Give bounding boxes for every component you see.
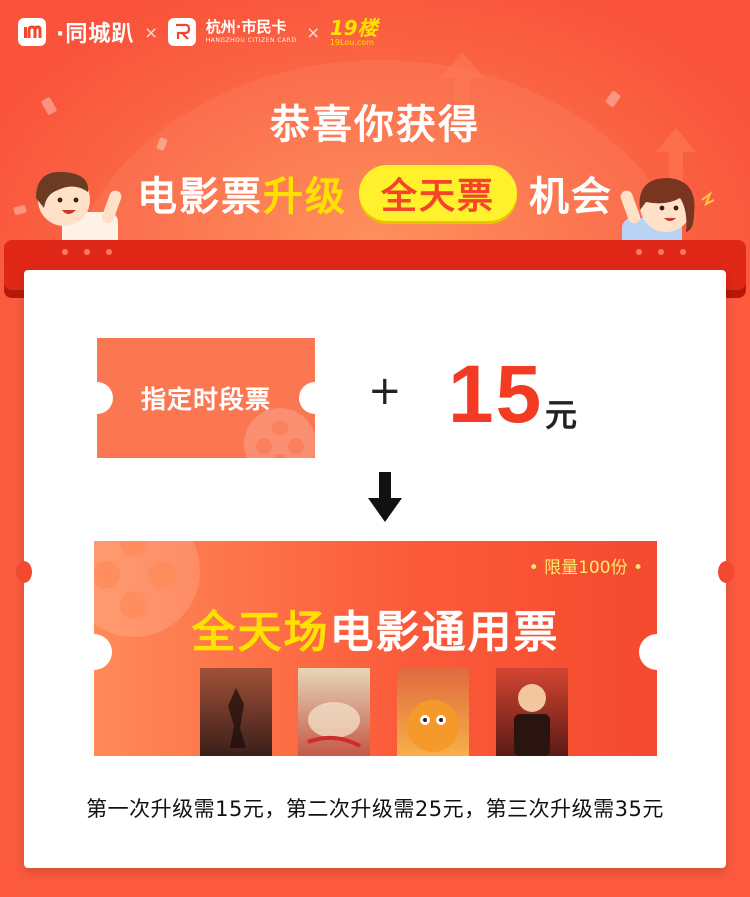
plus-sign: + — [368, 368, 402, 414]
movie-poster[interactable] — [298, 668, 370, 756]
girl-character-illustration — [620, 178, 715, 250]
movie-poster[interactable] — [397, 668, 469, 756]
price-unit: 元 — [545, 396, 578, 434]
rail-dot — [636, 249, 642, 255]
rail-dot — [84, 249, 90, 255]
upgrade-pricing-note: 第一次升级需15元，第二次升级需25元，第三次升级需35元 — [86, 797, 664, 821]
rail-dot — [62, 249, 68, 255]
rail-dot — [680, 249, 686, 255]
movie-posters — [200, 668, 570, 756]
headline-highlight: 升级 — [262, 174, 347, 220]
rail-dot — [658, 249, 664, 255]
all-day-ticket-pill: 全天票 — [358, 165, 517, 221]
19lou-logo: 19楼 19Lou.com — [329, 15, 378, 47]
small-ticket-label: 指定时段票 — [140, 385, 271, 414]
all-day-movie-ticket: • 限量100份 • 全天场电影通用票 — [94, 541, 657, 756]
headline-text: 机会 — [529, 174, 613, 220]
all-day-ticket-title: 全天场电影通用票 — [191, 607, 560, 658]
partner-logo-bar: ·同城趴 × 杭州·市民卡 HANGZHOU CITIZEN CARD × 19… — [18, 12, 378, 52]
movie-poster[interactable] — [200, 668, 272, 756]
tongcheng-logo-text: ·同城趴 — [56, 22, 135, 47]
tongcheng-logo-icon — [18, 18, 46, 46]
headline-line1: 恭喜你获得 — [270, 102, 480, 148]
headline-text: 电影票 — [136, 174, 263, 220]
citizen-card-logo-text: 杭州·市民卡 HANGZHOU CITIZEN CARD — [205, 18, 297, 44]
arrow-down-icon — [368, 472, 402, 522]
card-side-notch — [718, 561, 734, 583]
limited-quantity-label: • 限量100份 • — [528, 558, 643, 578]
movie-poster[interactable] — [496, 668, 568, 756]
logo-separator: × — [306, 22, 320, 42]
specified-time-ticket: 指定时段票 — [97, 338, 315, 458]
card-side-notch — [16, 561, 32, 583]
rail-dot — [106, 249, 112, 255]
upgrade-price: 15 — [448, 349, 544, 440]
logo-separator: × — [144, 22, 158, 42]
citizen-card-logo-icon — [167, 18, 196, 46]
boy-character-illustration — [36, 171, 122, 250]
